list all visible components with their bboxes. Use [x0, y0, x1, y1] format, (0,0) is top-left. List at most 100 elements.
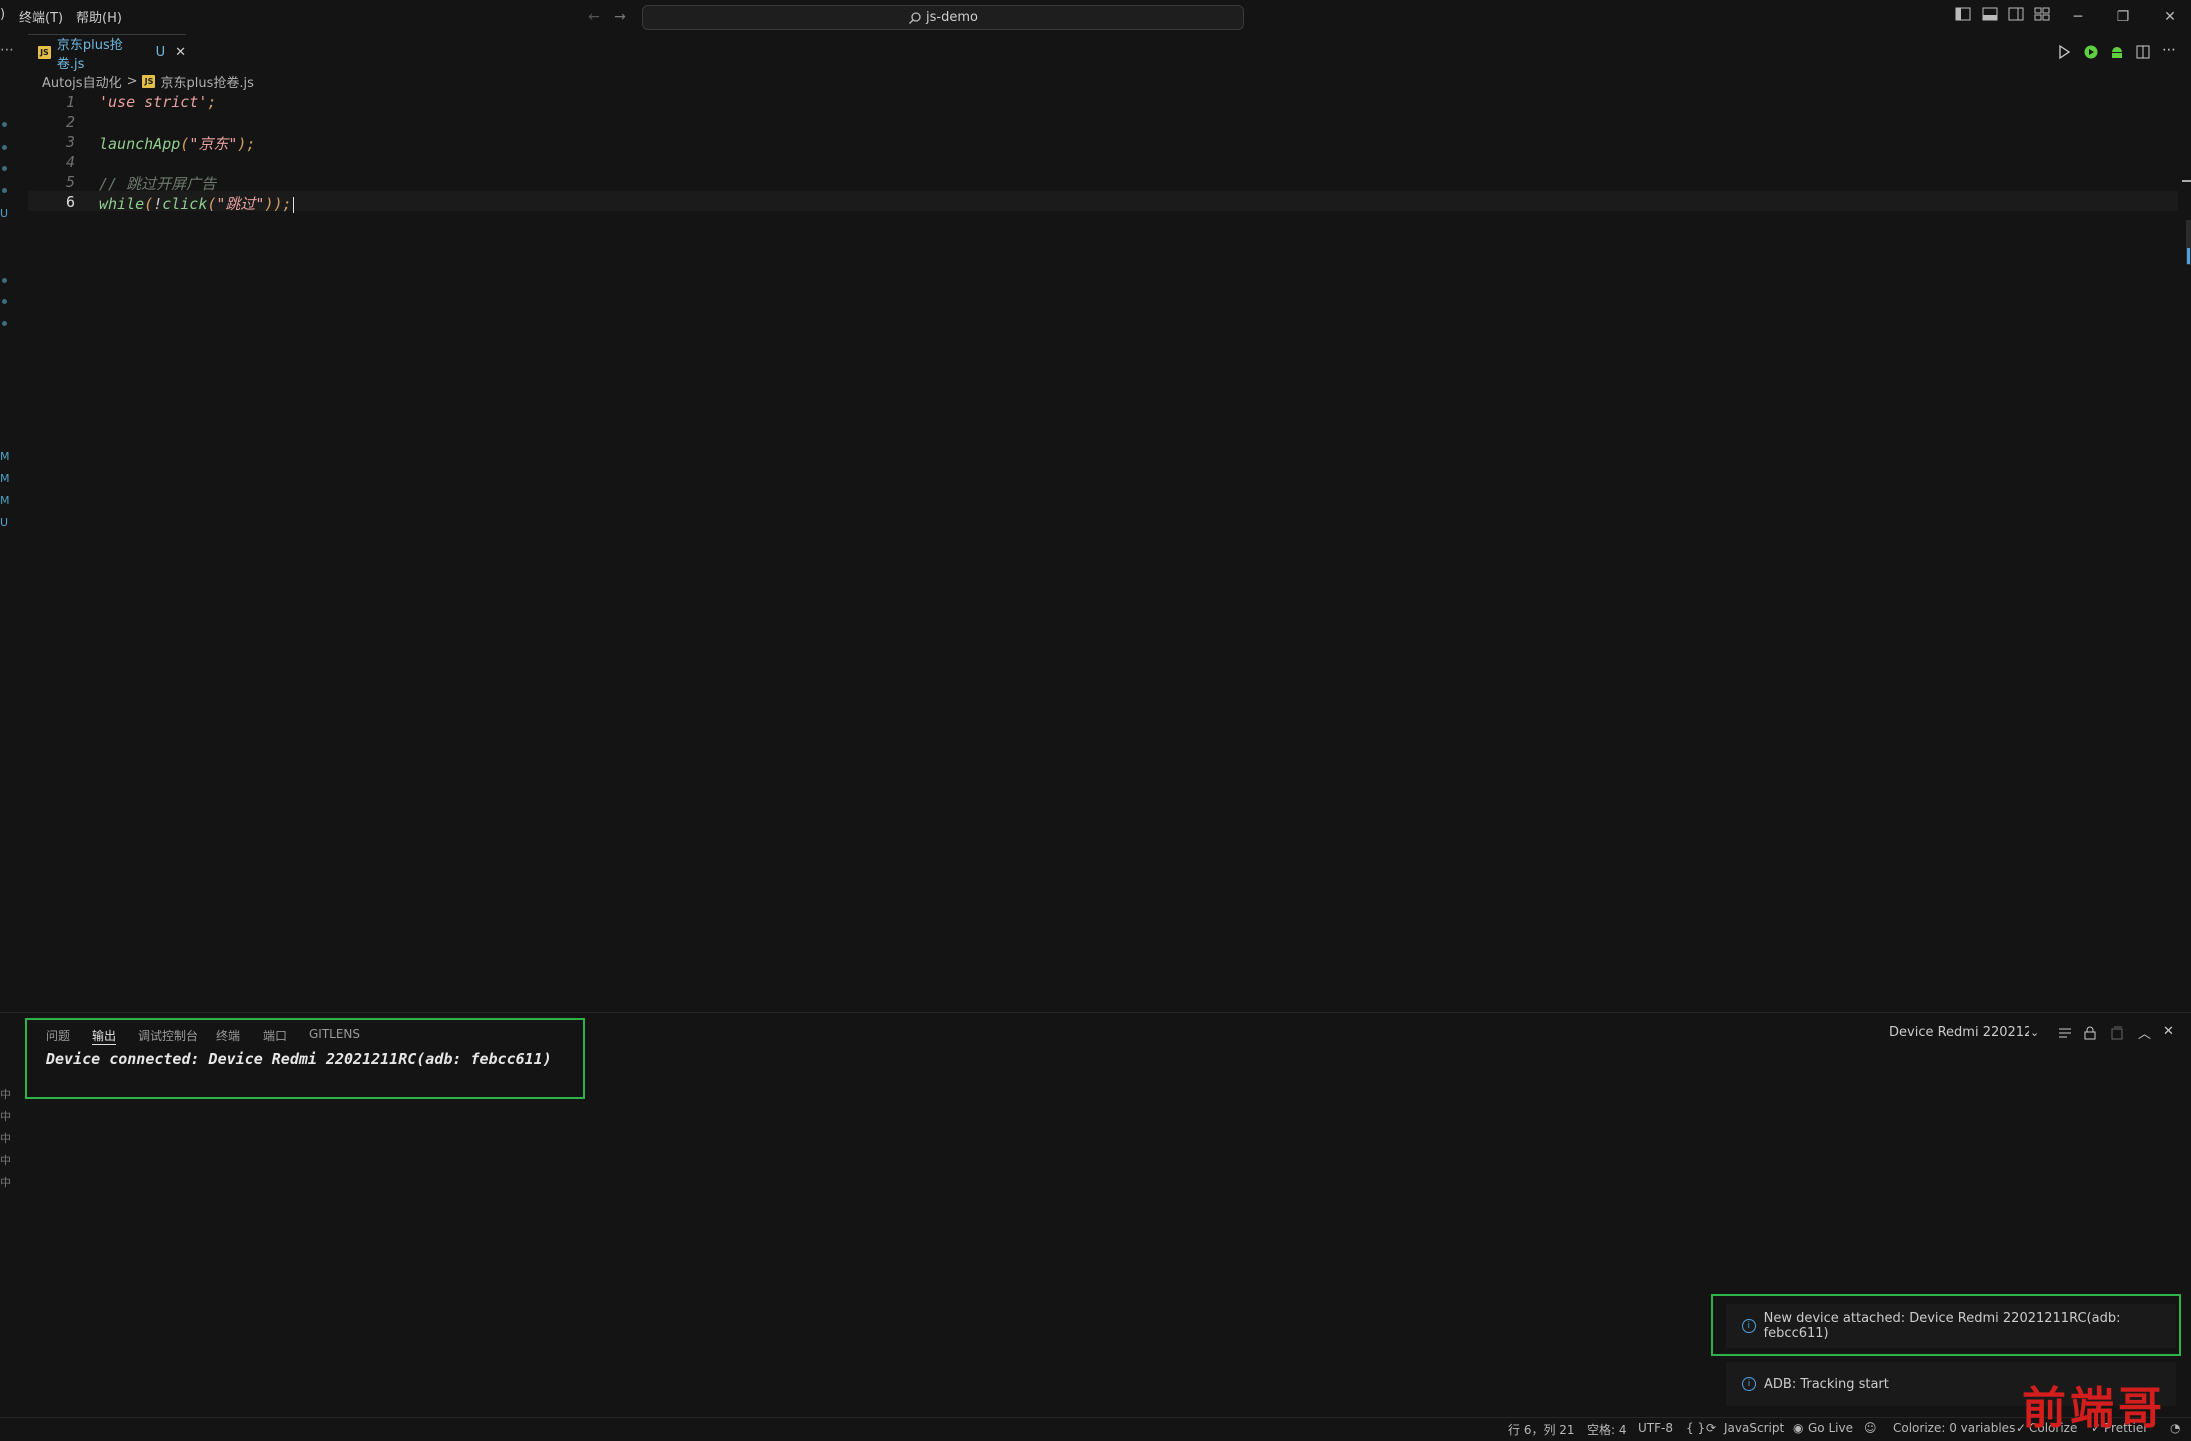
split-editor-icon[interactable]: [2136, 44, 2150, 63]
panel-side-mark: 中: [0, 1176, 11, 1189]
js-file-icon: JS: [38, 46, 51, 59]
code-line[interactable]: launchApp("京东");: [99, 133, 255, 154]
command-center-search[interactable]: js-demo: [642, 5, 1244, 30]
tab-bar: [0, 34, 2191, 70]
panel-tab-ports[interactable]: 端口: [263, 1027, 287, 1044]
scrollbar-cursor-mark: [2187, 248, 2190, 264]
code-token: 'use strict': [99, 93, 208, 111]
run-on-device-icon[interactable]: [2084, 44, 2098, 63]
status-bar: [0, 1417, 2191, 1441]
code-token: launchApp: [99, 135, 181, 153]
clear-output-icon[interactable]: [2110, 1025, 2124, 1044]
breadcrumb-separator: >: [126, 73, 138, 89]
panel-tab-problems[interactable]: 问题: [46, 1027, 70, 1044]
status-indentation[interactable]: 空格: 4: [1587, 1421, 1627, 1438]
customize-layout-icon[interactable]: [2032, 7, 2052, 27]
maximize-panel-icon[interactable]: ︿: [2138, 1023, 2151, 1042]
code-line[interactable]: while(!click("跳过"));: [99, 193, 294, 214]
notification-text: New device attached: Device Redmi 220212…: [1763, 1311, 2121, 1341]
code-line[interactable]: // 跳过开屏广告: [99, 173, 216, 194]
notifications-bell-icon[interactable]: ◔: [2170, 1421, 2180, 1435]
activity-mark: U: [0, 207, 9, 220]
editor-more-icon[interactable]: ⋯: [2162, 42, 2176, 58]
minimize-icon[interactable]: ─: [2068, 7, 2088, 27]
broadcast-icon: ◉: [1793, 1421, 1804, 1435]
close-window-icon[interactable]: ✕: [2160, 7, 2180, 27]
active-tab-underline: [92, 1044, 116, 1045]
activity-mark: M: [0, 450, 10, 463]
code-token: ;: [207, 93, 217, 111]
activity-dot: [2, 166, 7, 171]
activity-mark: U: [0, 516, 9, 529]
status-language[interactable]: JavaScript: [1724, 1421, 1784, 1435]
menu-terminal[interactable]: 终端(T): [19, 7, 63, 26]
activity-mark: M: [0, 472, 10, 485]
run-icon[interactable]: [2058, 44, 2071, 63]
status-go-live[interactable]: Go Live: [1808, 1421, 1853, 1435]
tab-filename: 京东plus抢卷.js: [56, 37, 123, 72]
panel-tab-gitlens[interactable]: GITLENS: [309, 1027, 360, 1041]
code-token: (: [144, 195, 154, 213]
nav-forward-icon[interactable]: →: [610, 7, 630, 27]
more-actions-icon[interactable]: ⋯: [0, 42, 14, 58]
line-number: 4: [65, 153, 75, 171]
notification-toast[interactable]: i New device attached: Device Redmi 2202…: [1726, 1304, 2176, 1348]
breadcrumb-folder[interactable]: Autojs自动化: [42, 72, 122, 91]
activity-dot: [2, 188, 7, 193]
panel-tab-terminal[interactable]: 终端: [216, 1027, 240, 1044]
code-token: ));: [264, 195, 292, 213]
channel-select-label: Device Redmi 22021211: [1889, 1025, 2029, 1040]
breadcrumb-js-icon: JS: [142, 74, 156, 88]
word-wrap-icon[interactable]: [2058, 1025, 2072, 1044]
code-token: "跳过": [216, 195, 265, 213]
watermark-logo: 前端哥: [2022, 1383, 2166, 1434]
nav-back-icon[interactable]: ←: [584, 7, 604, 27]
activity-dot: [2, 321, 7, 326]
panel-side-mark: 中: [0, 1154, 11, 1167]
panel-tab-debug-console[interactable]: 调试控制台: [138, 1027, 198, 1044]
info-icon: i: [1742, 1319, 1756, 1333]
info-icon: i: [1742, 1377, 1756, 1391]
status-encoding[interactable]: UTF-8: [1638, 1421, 1673, 1435]
toggle-secondary-sidebar-icon[interactable]: [2006, 7, 2026, 27]
lock-icon[interactable]: [2084, 1025, 2096, 1044]
line-number: 5: [65, 173, 75, 191]
copilot-icon[interactable]: ☺: [1864, 1421, 1877, 1435]
panel-tab-output[interactable]: 输出: [92, 1027, 116, 1044]
code-token: !: [153, 195, 163, 213]
menu-help[interactable]: 帮助(H): [76, 7, 122, 26]
output-channel-select[interactable]: Device Redmi 22021211: [1889, 1025, 2029, 1040]
code-token: click: [162, 195, 208, 213]
search-icon: [909, 11, 921, 24]
search-label: js-demo: [926, 10, 978, 25]
status-colorize-variables[interactable]: Colorize: 0 variables: [1893, 1421, 2015, 1435]
code-token: // 跳过开屏广告: [99, 175, 217, 193]
android-icon[interactable]: [2110, 44, 2124, 63]
code-token: "京东": [189, 135, 238, 153]
activity-mark: M: [0, 494, 10, 507]
toggle-panel-icon[interactable]: [1980, 7, 2000, 27]
restore-icon[interactable]: ❐: [2113, 7, 2133, 27]
text-cursor: [292, 196, 294, 213]
current-line-highlight: [28, 191, 2178, 211]
code-token: while: [99, 195, 145, 213]
sync-icon: ⟳: [1706, 1421, 1717, 1435]
menu-partial[interactable]: ): [0, 7, 5, 22]
close-tab-icon[interactable]: ✕: [175, 45, 186, 60]
activity-dot: [2, 145, 7, 150]
status-braces-icon[interactable]: { }: [1686, 1421, 1705, 1435]
code-line[interactable]: 'use strict';: [99, 93, 216, 111]
close-panel-icon[interactable]: ✕: [2163, 1024, 2174, 1039]
activity-dot: [2, 122, 7, 127]
breadcrumb: Autojs自动化 > JS 京东plus抢卷.js: [42, 72, 254, 91]
output-line: Device connected: Device Redmi 22021211R…: [46, 1050, 552, 1068]
toggle-sidebar-icon[interactable]: [1953, 7, 1973, 27]
editor-tab-active[interactable]: JS 京东plus抢卷.js U ✕: [28, 34, 186, 72]
code-token: (: [180, 135, 190, 153]
activity-dot: [2, 299, 7, 304]
tab-git-status: U: [155, 45, 166, 60]
code-token: );: [237, 135, 256, 153]
chevron-down-icon[interactable]: ⌄: [2030, 1026, 2039, 1039]
status-cursor-position[interactable]: 行 6，列 21: [1508, 1421, 1575, 1438]
breadcrumb-file[interactable]: 京东plus抢卷.js: [160, 72, 253, 91]
